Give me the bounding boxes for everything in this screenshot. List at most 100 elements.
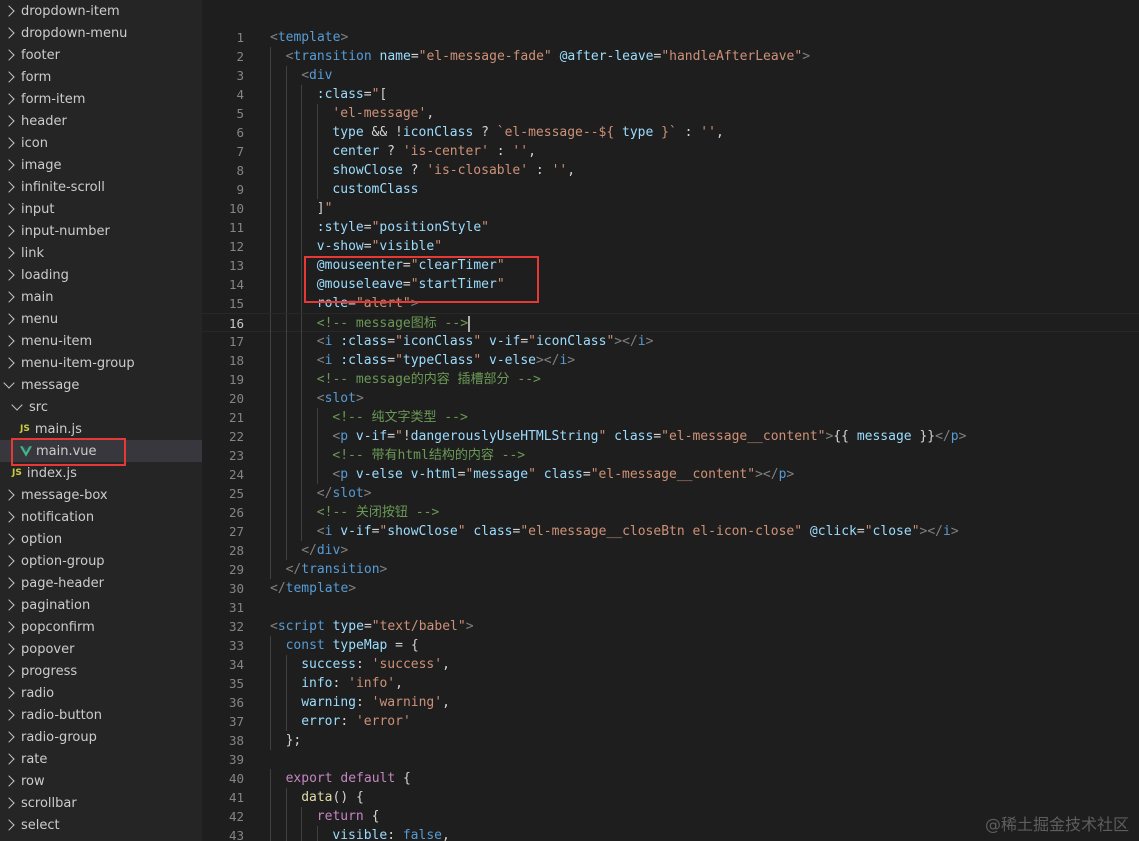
tree-item[interactable]: radio-button xyxy=(0,704,202,726)
code-line[interactable]: 30 </template> xyxy=(202,579,1139,598)
code-line[interactable]: 22 <p v-if="!dangerouslyUseHTMLString" cl… xyxy=(202,427,1139,446)
code-text: <p v-else v-html="message" class="el-mes… xyxy=(332,465,794,484)
indent-guide xyxy=(301,522,303,541)
tree-item[interactable]: footer xyxy=(0,44,202,66)
indent-guide xyxy=(270,389,271,408)
tree-item[interactable]: radio xyxy=(0,682,202,704)
tree-item[interactable]: JS main.js xyxy=(0,418,202,440)
code-token: = { xyxy=(387,638,419,653)
code-line[interactable]: 4:class="[ xyxy=(202,85,1139,104)
indent-guide xyxy=(270,560,271,579)
code-line[interactable]: 20 <slot> xyxy=(202,389,1139,408)
code-token: v-else xyxy=(355,467,403,482)
code-line[interactable]: 34 success: 'success', xyxy=(202,655,1139,674)
code-text: success: 'success', xyxy=(301,655,450,674)
code-line[interactable]: 28 </div> xyxy=(202,541,1139,560)
tree-item[interactable]: header xyxy=(0,110,202,132)
code-line[interactable]: 35 info: 'info', xyxy=(202,674,1139,693)
tree-item[interactable]: popover xyxy=(0,638,202,660)
code-line[interactable]: 2 <transition name="el-message-fade" @aft… xyxy=(202,47,1139,66)
tree-item[interactable]: src xyxy=(0,396,202,418)
code-line[interactable]: 27 <i v-if="showClose" class="el-message_… xyxy=(202,522,1139,541)
code-line[interactable]: 14 @mouseleave="startTimer" xyxy=(202,275,1139,294)
code-line[interactable]: 6 type && !iconClass ? `el-message--${ ty… xyxy=(202,123,1139,142)
tree-item[interactable]: dropdown-menu xyxy=(0,22,202,44)
tree-item[interactable]: pagination xyxy=(0,594,202,616)
tree-item-label: footer xyxy=(21,47,60,63)
code-line[interactable]: 9 customClass xyxy=(202,180,1139,199)
code-line[interactable]: 23 <!-- 带有html结构的内容 --> xyxy=(202,446,1139,465)
code-token: }; xyxy=(285,733,302,748)
tree-item[interactable]: JS index.js xyxy=(0,462,202,484)
code-token: = xyxy=(387,353,396,368)
code-line[interactable]: 18 <i :class="typeClass" v-else></i> xyxy=(202,351,1139,370)
code-line[interactable]: 36 warning: 'warning', xyxy=(202,693,1139,712)
tree-item[interactable]: page-header xyxy=(0,572,202,594)
tree-item-label: radio-button xyxy=(21,707,102,723)
tree-item[interactable]: menu-item xyxy=(0,330,202,352)
code-line[interactable]: 38}; xyxy=(202,731,1139,750)
tree-item[interactable]: input xyxy=(0,198,202,220)
tree-item[interactable]: row xyxy=(0,770,202,792)
tree-item[interactable]: select xyxy=(0,814,202,836)
tree-item[interactable]: form xyxy=(0,66,202,88)
code-line[interactable]: 37 error: 'error' xyxy=(202,712,1139,731)
code-line[interactable]: 8 showClose ? 'is-closable' : '', xyxy=(202,161,1139,180)
tree-item[interactable]: radio-group xyxy=(0,726,202,748)
tree-item[interactable]: infinite-scroll xyxy=(0,176,202,198)
code-line[interactable]: 21 <!-- 纯文字类型 --> xyxy=(202,408,1139,427)
code-line[interactable]: 25 </slot> xyxy=(202,484,1139,503)
tree-item-label: rate xyxy=(21,751,48,767)
code-line[interactable]: 26 <!-- 关闭按钮 --> xyxy=(202,503,1139,522)
tree-item[interactable]: icon xyxy=(0,132,202,154)
line-number: 41 xyxy=(228,790,244,805)
code-line[interactable]: 40 export default { xyxy=(202,769,1139,788)
code-line[interactable]: 10]" xyxy=(202,199,1139,218)
tree-item[interactable]: progress xyxy=(0,660,202,682)
code-line[interactable]: 5 'el-message', xyxy=(202,104,1139,123)
tree-item[interactable]: main xyxy=(0,286,202,308)
tree-item[interactable]: option xyxy=(0,528,202,550)
code-line[interactable]: 17 <i :class="iconClass" v-if="iconClass"… xyxy=(202,332,1139,351)
tree-item[interactable]: loading xyxy=(0,264,202,286)
code-line[interactable]: 3 <div xyxy=(202,66,1139,85)
code-line[interactable]: 16 <!-- message图标 --> xyxy=(202,313,1139,333)
tree-item[interactable]: image xyxy=(0,154,202,176)
tree-item[interactable]: notification xyxy=(0,506,202,528)
tree-item[interactable]: popconfirm xyxy=(0,616,202,638)
tree-item[interactable]: dropdown-item xyxy=(0,0,202,22)
code-line[interactable]: 31 xyxy=(202,598,1139,617)
code-line[interactable]: 19 <!-- message的内容 插槽部分 --> xyxy=(202,370,1139,389)
code-editor[interactable]: 1 <template> 2 <transition name="el-message… xyxy=(202,0,1139,841)
tree-item[interactable]: menu-item-group xyxy=(0,352,202,374)
chevron-right-icon xyxy=(3,577,15,589)
line-number: 20 xyxy=(228,391,244,406)
tree-item[interactable]: form-item xyxy=(0,88,202,110)
indent-guide xyxy=(301,465,303,484)
code-line[interactable]: 24 <p v-else v-html="message" class="el-m… xyxy=(202,465,1139,484)
tree-item[interactable]: link xyxy=(0,242,202,264)
tree-item[interactable]: message-box xyxy=(0,484,202,506)
code-line[interactable]: 33 const typeMap = { xyxy=(202,636,1139,655)
tree-item-label: infinite-scroll xyxy=(21,179,105,195)
code-line[interactable]: 7 center ? 'is-center' : '', xyxy=(202,142,1139,161)
tree-item[interactable]: menu xyxy=(0,308,202,330)
code-line[interactable]: 41 data() { xyxy=(202,788,1139,807)
tree-item[interactable]: main.vue xyxy=(0,440,202,462)
code-line[interactable]: 13 @mouseenter="clearTimer" xyxy=(202,256,1139,275)
tree-item[interactable]: scrollbar xyxy=(0,792,202,814)
code-line[interactable]: 15 role="alert"> xyxy=(202,294,1139,313)
tree-item[interactable]: option-group xyxy=(0,550,202,572)
code-line[interactable]: 32 <script type="text/babel"> xyxy=(202,617,1139,636)
tree-item[interactable]: input-number xyxy=(0,220,202,242)
code-line[interactable]: 29 </transition> xyxy=(202,560,1139,579)
tree-item[interactable]: message xyxy=(0,374,202,396)
code-line[interactable]: 12 v-show="visible" xyxy=(202,237,1139,256)
tree-item[interactable]: rate xyxy=(0,748,202,770)
code-line[interactable]: 39 xyxy=(202,750,1139,769)
code-line[interactable]: 11:style="positionStyle" xyxy=(202,218,1139,237)
code-token: template xyxy=(277,30,341,45)
code-token: message xyxy=(856,429,912,444)
code-line[interactable]: 1 <template> xyxy=(202,28,1139,47)
